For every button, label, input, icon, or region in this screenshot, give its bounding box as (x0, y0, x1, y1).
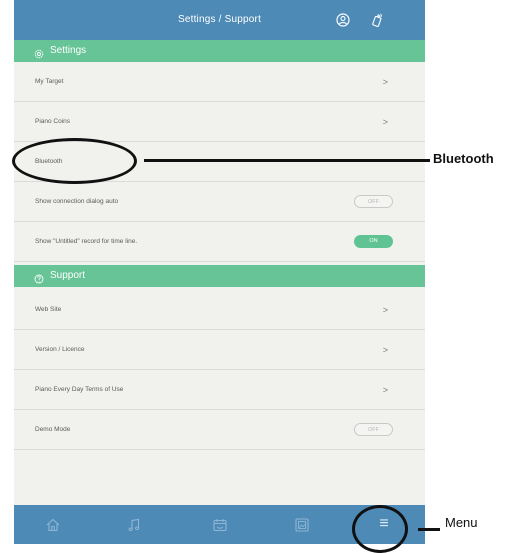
settings-section-header: Settings (14, 40, 425, 62)
menu-callout-ellipse (352, 505, 408, 553)
bluetooth-callout-line (144, 159, 430, 162)
top-bar: Settings / Support (14, 0, 425, 40)
settings-row-show-connection-dialog: Show connection dialog auto OFF (14, 182, 425, 222)
menu-callout-line (418, 528, 440, 531)
settings-section-label: Settings (50, 45, 87, 56)
untitled-record-toggle[interactable]: ON (354, 235, 393, 248)
manual-illustration: Settings / Support Settings My Target > … (0, 0, 514, 553)
row-label: Piano Every Day Terms of Use (35, 386, 124, 393)
demo-mode-toggle[interactable]: OFF (354, 423, 393, 436)
row-label: My Target (35, 78, 64, 85)
chevron-right-icon: > (382, 345, 388, 355)
app-screen: Settings / Support Settings My Target > … (14, 0, 425, 544)
row-label: Web Site (35, 306, 62, 313)
support-row-web-site[interactable]: Web Site > (14, 290, 425, 330)
home-icon[interactable] (44, 516, 62, 534)
chevron-right-icon: > (382, 117, 388, 127)
album-icon[interactable] (293, 516, 311, 534)
support-row-demo-mode: Demo Mode OFF (14, 410, 425, 450)
row-label: Piano Coins (35, 118, 71, 125)
calendar-icon[interactable] (211, 516, 229, 534)
row-label: Show connection dialog auto (35, 198, 119, 205)
support-row-version-licence[interactable]: Version / Licence > (14, 330, 425, 370)
support-row-terms-of-use[interactable]: Piano Every Day Terms of Use > (14, 370, 425, 410)
row-label: Demo Mode (35, 426, 71, 433)
settings-row-piano-coins[interactable]: Piano Coins > (14, 102, 425, 142)
connection-dialog-toggle[interactable]: OFF (354, 195, 393, 208)
row-label: Show "Untitled" record for time line. (35, 238, 138, 245)
bluetooth-device-icon[interactable] (369, 12, 385, 28)
music-note-icon[interactable] (125, 516, 143, 534)
page-title: Settings / Support (177, 14, 262, 25)
support-section-header: Support (14, 265, 425, 287)
support-section-label: Support (50, 270, 86, 281)
menu-callout-label: Menu (445, 515, 478, 530)
bluetooth-callout-ellipse (12, 138, 137, 184)
question-circle-icon (34, 271, 44, 284)
bluetooth-callout-label: Bluetooth (433, 151, 494, 166)
chevron-right-icon: > (382, 305, 388, 315)
gear-icon (34, 46, 44, 59)
row-label: Version / Licence (35, 346, 85, 353)
settings-row-my-target[interactable]: My Target > (14, 62, 425, 102)
account-icon[interactable] (335, 12, 351, 28)
chevron-right-icon: > (382, 77, 388, 87)
settings-row-show-untitled-record: Show "Untitled" record for time line. ON (14, 222, 425, 262)
chevron-right-icon: > (382, 385, 388, 395)
